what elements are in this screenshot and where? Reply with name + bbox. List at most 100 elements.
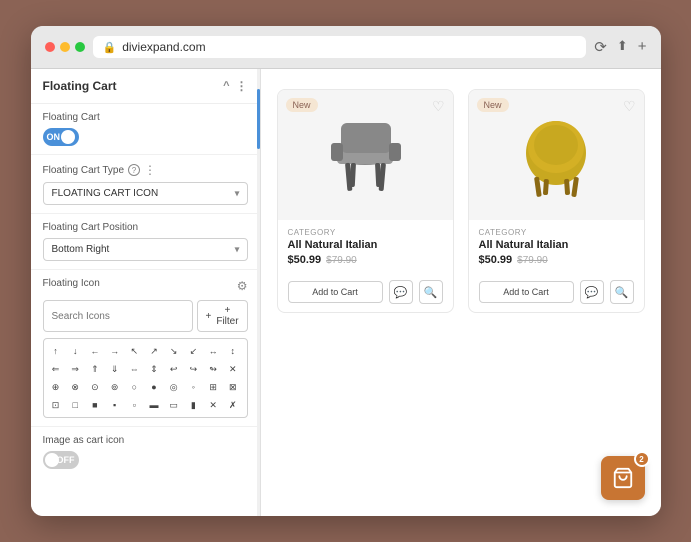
card-actions-1: Add to Cart 💬 🔍 bbox=[278, 280, 453, 312]
icon-cell[interactable]: ▫ bbox=[126, 397, 142, 413]
icon-cell[interactable]: ↖ bbox=[126, 343, 142, 359]
icon-cell[interactable]: ✗ bbox=[225, 397, 241, 413]
icon-cell[interactable]: ⊡ bbox=[48, 397, 64, 413]
icon-cell[interactable]: → bbox=[107, 343, 123, 359]
icon-cell[interactable]: ↔ bbox=[205, 343, 221, 359]
product-card: New ♡ bbox=[277, 89, 454, 313]
lock-icon: 🔒 bbox=[103, 41, 117, 54]
icon-cell[interactable]: ◎ bbox=[166, 379, 182, 395]
category-1: CATEGORY bbox=[288, 228, 443, 237]
browser-dots bbox=[45, 42, 85, 52]
icon-cell[interactable]: ↕ bbox=[225, 343, 241, 359]
icon-cell[interactable]: ⇑ bbox=[87, 361, 103, 377]
icon-cell[interactable]: ▬ bbox=[146, 397, 162, 413]
icon-cell[interactable]: ↗ bbox=[146, 343, 162, 359]
chat-icon-2[interactable]: 💬 bbox=[580, 280, 604, 304]
icon-cell[interactable]: ⇓ bbox=[107, 361, 123, 377]
address-bar[interactable]: 🔒 diviexpand.com bbox=[93, 36, 587, 58]
floating-cart-toggle[interactable]: ON bbox=[43, 128, 79, 146]
icon-cell[interactable]: ⊞ bbox=[205, 379, 221, 395]
more-icon[interactable]: ⋮ bbox=[236, 79, 248, 93]
icon-cell[interactable]: ⇕ bbox=[146, 361, 162, 377]
browser-window: 🔒 diviexpand.com ⟳ ⬆ + Floating Cart ^ ⋮… bbox=[31, 26, 661, 516]
chat-icon-1[interactable]: 💬 bbox=[389, 280, 413, 304]
reload-button[interactable]: ⟳ bbox=[594, 38, 607, 56]
add-tab-button[interactable]: + bbox=[638, 38, 647, 56]
filter-plus-icon: + bbox=[206, 311, 212, 322]
browser-content: Floating Cart ^ ⋮ Floating Cart ON bbox=[31, 69, 661, 516]
icon-cell[interactable]: ↘ bbox=[166, 343, 182, 359]
icon-cell[interactable]: ▮ bbox=[185, 397, 201, 413]
product-image-2: New ♡ bbox=[469, 90, 644, 220]
icon-cell[interactable]: ⊠ bbox=[225, 379, 241, 395]
share-button[interactable]: ⬆ bbox=[617, 38, 628, 56]
icon-cell[interactable]: ↓ bbox=[67, 343, 83, 359]
position-select[interactable]: Bottom Right Bottom Left Top Right Top L… bbox=[43, 238, 248, 261]
icon-cell[interactable]: ⇔ bbox=[126, 361, 142, 377]
icon-cell[interactable]: ↬ bbox=[205, 361, 221, 377]
icon-cell[interactable]: ■ bbox=[87, 397, 103, 413]
cart-type-select[interactable]: FLOATING CART ICON bbox=[43, 182, 248, 205]
icon-cell[interactable]: ▭ bbox=[166, 397, 182, 413]
icon-cell[interactable]: ⇒ bbox=[67, 361, 83, 377]
heart-icon-2[interactable]: ♡ bbox=[623, 98, 636, 115]
icon-cell[interactable]: ⊚ bbox=[107, 379, 123, 395]
cart-type-kebab[interactable]: ⋮ bbox=[144, 163, 156, 177]
image-cart-toggle[interactable]: OFF bbox=[43, 451, 79, 469]
image-cart-label: Image as cart icon bbox=[43, 435, 248, 446]
floating-cart-type-section: Floating Cart Type ? ⋮ FLOATING CART ICO… bbox=[31, 155, 260, 214]
icon-cell[interactable]: ○ bbox=[126, 379, 142, 395]
floating-cart-button[interactable]: 2 bbox=[601, 456, 645, 500]
icon-cell[interactable]: ✕ bbox=[225, 361, 241, 377]
collapse-icon[interactable]: ^ bbox=[223, 80, 229, 92]
icon-cell[interactable]: ⊕ bbox=[48, 379, 64, 395]
icon-cell[interactable]: ⊗ bbox=[67, 379, 83, 395]
icon-cell[interactable]: ● bbox=[146, 379, 162, 395]
icon-cell[interactable]: ← bbox=[87, 343, 103, 359]
heart-icon-1[interactable]: ♡ bbox=[432, 98, 445, 115]
card-actions-2: Add to Cart 💬 🔍 bbox=[469, 280, 644, 312]
price-old-2: $79.90 bbox=[517, 255, 548, 266]
price-row-1: $50.99 $79.90 bbox=[288, 254, 443, 266]
floating-icon-section: Floating Icon ⚙ + + Filter ↑ ↓ ← → ↖ bbox=[31, 270, 260, 426]
icons-grid: ↑ ↓ ← → ↖ ↗ ↘ ↙ ↔ ↕ ⇐ ⇒ ⇑ ⇓ ⇔ ⇕ ↩ bbox=[43, 338, 248, 418]
icon-cell[interactable]: ▪ bbox=[107, 397, 123, 413]
product-image-1: New ♡ bbox=[278, 90, 453, 220]
add-to-cart-2[interactable]: Add to Cart bbox=[479, 281, 574, 303]
browser-actions: ⟳ ⬆ + bbox=[594, 38, 646, 56]
cart-type-label-row: Floating Cart Type ? ⋮ bbox=[43, 163, 248, 177]
filter-button[interactable]: + + Filter bbox=[197, 300, 248, 332]
icon-cell[interactable]: ◦ bbox=[185, 379, 201, 395]
dot-maximize[interactable] bbox=[75, 42, 85, 52]
icon-cell[interactable]: ⊙ bbox=[87, 379, 103, 395]
icon-cell[interactable]: ⇐ bbox=[48, 361, 64, 377]
site-content: New ♡ bbox=[261, 69, 661, 516]
icon-cell[interactable]: ↙ bbox=[185, 343, 201, 359]
icon-cell[interactable]: ✕ bbox=[205, 397, 221, 413]
icon-cell[interactable]: □ bbox=[67, 397, 83, 413]
icon-cell[interactable]: ↪ bbox=[185, 361, 201, 377]
new-badge-2: New bbox=[477, 98, 509, 112]
product-name-2: All Natural Italian bbox=[479, 239, 634, 251]
new-badge-1: New bbox=[286, 98, 318, 112]
price-current-1: $50.99 bbox=[288, 254, 322, 266]
search-icon-1[interactable]: 🔍 bbox=[419, 280, 443, 304]
search-icon-2[interactable]: 🔍 bbox=[610, 280, 634, 304]
cart-badge: 2 bbox=[634, 451, 650, 467]
floating-cart-position-section: Floating Cart Position Bottom Right Bott… bbox=[31, 214, 260, 270]
card-info-1: CATEGORY All Natural Italian $50.99 $79.… bbox=[278, 220, 453, 280]
dot-close[interactable] bbox=[45, 42, 55, 52]
help-icon[interactable]: ? bbox=[128, 164, 140, 176]
add-to-cart-1[interactable]: Add to Cart bbox=[288, 281, 383, 303]
toggle-on-label: ON bbox=[47, 132, 61, 142]
dot-minimize[interactable] bbox=[60, 42, 70, 52]
icon-cell[interactable]: ↑ bbox=[48, 343, 64, 359]
floating-icon-extra: ⚙ bbox=[237, 279, 248, 293]
icon-cell[interactable]: ↩ bbox=[166, 361, 182, 377]
product-grid: New ♡ bbox=[261, 69, 661, 333]
search-icons-input[interactable] bbox=[43, 300, 193, 332]
price-row-2: $50.99 $79.90 bbox=[479, 254, 634, 266]
image-toggle-label: OFF bbox=[57, 455, 75, 465]
position-select-wrapper: Bottom Right Bottom Left Top Right Top L… bbox=[43, 238, 248, 261]
filter-label: + Filter bbox=[216, 305, 238, 327]
